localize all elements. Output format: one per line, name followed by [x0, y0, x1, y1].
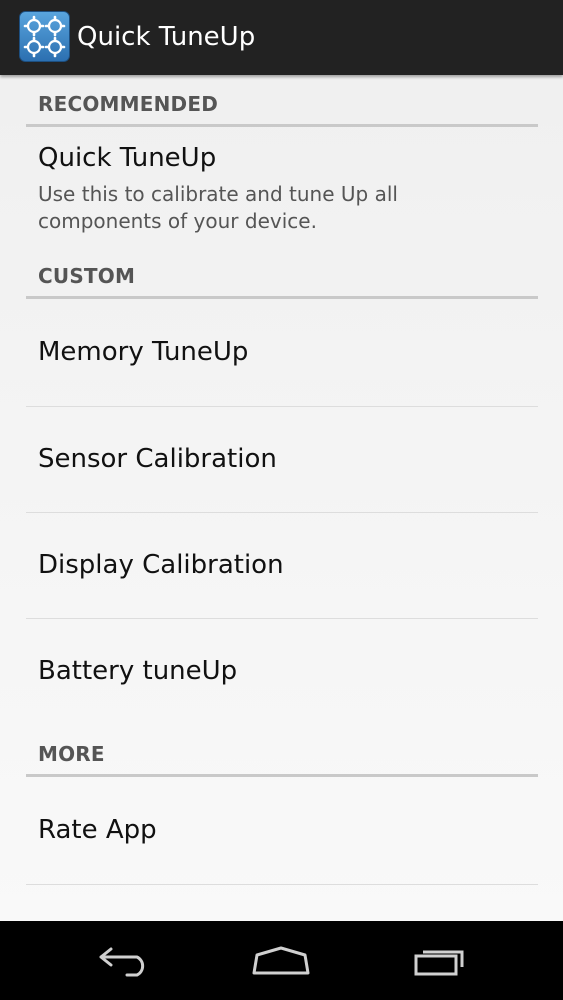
action-bar: Quick TuneUp	[0, 0, 563, 75]
pref-item-quick-tuneup[interactable]: Quick TuneUp Use this to calibrate and t…	[0, 127, 563, 247]
pref-item-title: Quick TuneUp	[38, 143, 217, 173]
pref-item-summary: Use this to calibrate and tune Up all co…	[38, 182, 398, 233]
section-header-label: RECOMMENDED	[38, 92, 219, 116]
gears-icon[interactable]	[19, 11, 70, 62]
pref-item-title: Display Calibration	[38, 550, 284, 580]
pref-item-rate-app[interactable]: Rate App	[0, 777, 563, 884]
pref-item-display-calibration[interactable]: Display Calibration	[0, 513, 563, 618]
recent-apps-icon[interactable]	[380, 921, 500, 1000]
pref-item-memory-tuneup[interactable]: Memory TuneUp	[0, 299, 563, 406]
section-header-more: MORE	[26, 725, 538, 777]
section-header-recommended: RECOMMENDED	[26, 75, 538, 127]
section-header-label: CUSTOM	[38, 264, 136, 288]
preference-list[interactable]: RECOMMENDED Quick TuneUp Use this to cal…	[0, 75, 563, 921]
pref-item-title: Memory TuneUp	[38, 337, 249, 367]
pref-item-title: Rate App	[38, 815, 157, 845]
pref-item-battery-tuneup[interactable]: Battery tuneUp	[0, 619, 563, 725]
pref-item-title: Battery tuneUp	[38, 656, 238, 686]
navigation-bar	[0, 921, 563, 1000]
section-header-label: MORE	[38, 742, 105, 766]
home-icon[interactable]	[221, 921, 341, 1000]
app-title: Quick TuneUp	[77, 22, 256, 52]
pref-item-title: Sensor Calibration	[38, 444, 277, 474]
back-icon[interactable]	[65, 921, 185, 1000]
divider	[26, 884, 538, 885]
section-header-custom: CUSTOM	[26, 247, 538, 299]
pref-item-sensor-calibration[interactable]: Sensor Calibration	[0, 407, 563, 512]
